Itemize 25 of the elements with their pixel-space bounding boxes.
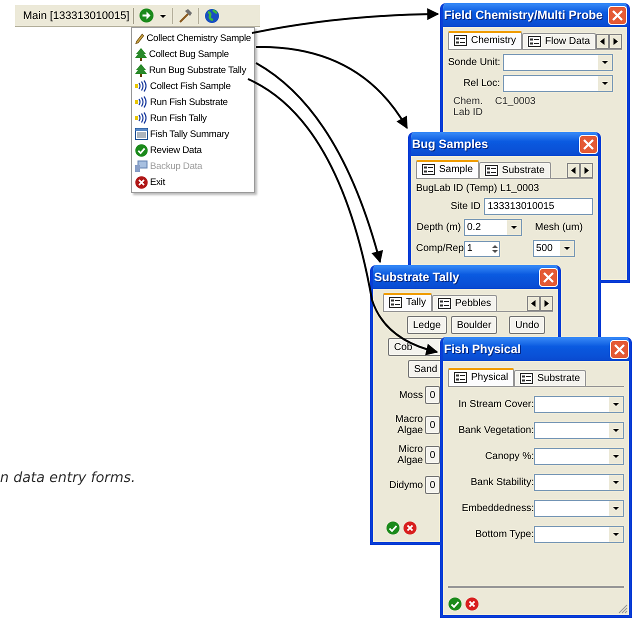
counter-label: Moss [398,390,423,400]
window-title: Field Chemistry/Multi Probe [444,8,603,22]
field-label: Bank Stability: [470,477,534,488]
field-label: Comp/Rep [416,243,461,254]
window-title: Substrate Tally [374,270,460,284]
field-label: Bottom Type: [474,529,534,540]
field-label: Canopy %: [484,451,534,462]
counter-label: Micro Algae [396,444,423,466]
field-label: Bank Vegetation: [457,425,534,436]
window-title: Bug Samples [412,137,488,151]
field-label: Sonde Unit: [448,57,500,68]
field-label: Depth (m) [416,222,461,233]
counter-label: Macro Algae [394,414,423,436]
field-label: BugLab ID (Temp) [416,183,498,194]
field-label: Mesh (um) [535,222,583,233]
field-label: Rel Loc: [462,78,500,89]
caption-text: n data entry forms. [0,470,136,486]
lab-id-value: C1_0003 [494,96,536,107]
field-label: Embeddedness: [460,503,534,514]
buglab-id-value: L1_0003 [500,183,540,194]
field-label: In Stream Cover: [457,399,534,410]
counter-label: Didymo [388,480,423,490]
field-label: Site ID [450,201,481,212]
window-title: Fish Physical [444,342,521,356]
field-label: Chem. Lab ID [452,96,484,118]
